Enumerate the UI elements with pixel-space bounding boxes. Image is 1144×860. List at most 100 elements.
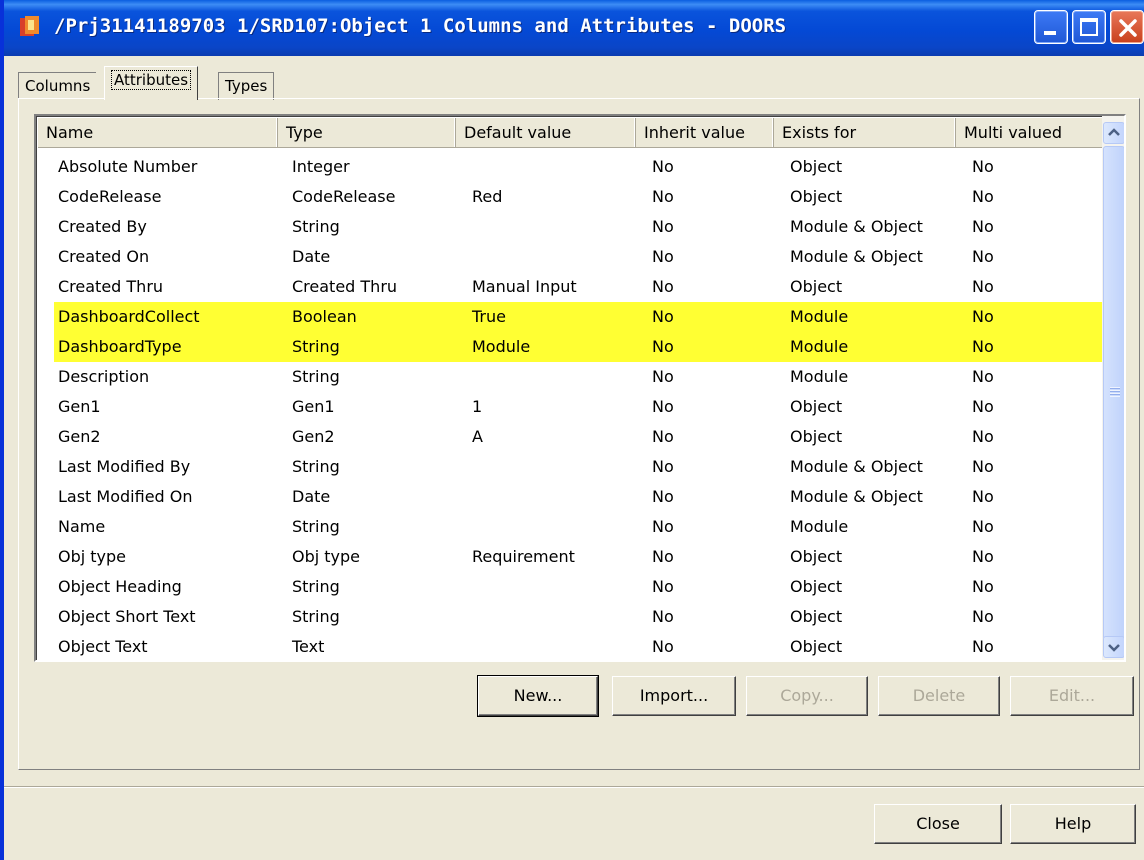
column-header-multi-valued[interactable]: Multi valued [956, 118, 1104, 148]
cell-type: String [292, 217, 340, 236]
edit-button[interactable]: Edit... [1010, 676, 1134, 716]
cell-type: String [292, 367, 340, 386]
scroll-grip [1110, 387, 1120, 397]
scroll-thumb[interactable] [1103, 146, 1124, 640]
tab-types[interactable]: Types [218, 72, 275, 100]
column-header-row: Name Type Default value Inherit value Ex… [38, 118, 1104, 148]
title-bar[interactable]: /Prj31141189703 1/SRD107:Object 1 Column… [4, 0, 1144, 56]
cell-default-value: Red [472, 187, 503, 206]
cell-type: String [292, 517, 340, 536]
import-button[interactable]: Import... [612, 676, 736, 716]
cell-default-value: True [472, 307, 506, 326]
cell-inherit-value: No [652, 607, 674, 626]
scroll-down-button[interactable] [1103, 636, 1124, 658]
table-row[interactable]: DashboardCollect Boolean True No Module No [54, 302, 1104, 332]
cell-exists-for: Module & Object [790, 487, 923, 506]
cell-name: Created By [58, 217, 147, 236]
cell-multi-valued: No [972, 187, 994, 206]
delete-button[interactable]: Delete [878, 676, 1000, 716]
cell-name: Gen2 [58, 427, 101, 446]
copy-button[interactable]: Copy... [746, 676, 868, 716]
cell-exists-for: Object [790, 277, 843, 296]
cell-inherit-value: No [652, 247, 674, 266]
cell-inherit-value: No [652, 487, 674, 506]
cell-default-value: Requirement [472, 547, 575, 566]
cell-multi-valued: No [972, 307, 994, 326]
cell-name: Last Modified On [58, 487, 193, 506]
cell-multi-valued: No [972, 277, 994, 296]
maximize-button[interactable] [1072, 10, 1106, 44]
tab-label: Attributes [111, 70, 192, 90]
column-header-type[interactable]: Type [278, 118, 456, 148]
table-row[interactable]: Description String No Module No [54, 362, 1104, 392]
table-row[interactable]: Gen2 Gen2 A No Object No [54, 422, 1104, 452]
minimize-button[interactable] [1034, 10, 1068, 44]
cell-name: DashboardType [58, 337, 182, 356]
cell-type: String [292, 457, 340, 476]
table-row[interactable]: Last Modified By String No Module & Object N… [54, 452, 1104, 482]
column-header-name[interactable]: Name [38, 118, 278, 148]
cell-type: String [292, 577, 340, 596]
table-row[interactable]: Last Modified On Date No Module & Object No [54, 482, 1104, 512]
cell-exists-for: Object [790, 187, 843, 206]
close-button[interactable]: Close [874, 804, 1002, 844]
window-title: /Prj31141189703 1/SRD107:Object 1 Column… [54, 15, 787, 37]
cell-exists-for: Module & Object [790, 457, 923, 476]
cell-multi-valued: No [972, 487, 994, 506]
table-row[interactable]: Gen1 Gen1 1 No Object No [54, 392, 1104, 422]
cell-name: Object Short Text [58, 607, 196, 626]
help-button[interactable]: Help [1010, 804, 1136, 844]
table-row[interactable]: Object Text Text No Object No [54, 632, 1104, 660]
cell-type: Integer [292, 157, 350, 176]
scroll-up-button[interactable] [1103, 122, 1124, 144]
cell-type: String [292, 607, 340, 626]
table-row[interactable]: Name String No Module No [54, 512, 1104, 542]
column-header-exists-for[interactable]: Exists for [774, 118, 956, 148]
column-header-inherit-value[interactable]: Inherit value [636, 118, 774, 148]
attributes-list[interactable]: Name Type Default value Inherit value Ex… [34, 114, 1126, 662]
cell-exists-for: Object [790, 547, 843, 566]
table-row[interactable]: DashboardType String Module No Module No [54, 332, 1104, 362]
table-row[interactable]: Created Thru Created Thru Manual Input No Ob… [54, 272, 1104, 302]
cell-type: Text [292, 637, 325, 656]
table-row[interactable]: Obj type Obj type Requirement No Object No [54, 542, 1104, 572]
cell-exists-for: Module [790, 307, 849, 326]
cell-name: Absolute Number [58, 157, 198, 176]
cell-default-value: A [472, 427, 483, 446]
table-row[interactable]: Created On Date No Module & Object No [54, 242, 1104, 272]
cell-multi-valued: No [972, 157, 994, 176]
cell-name: Gen1 [58, 397, 101, 416]
cell-name: DashboardCollect [58, 307, 200, 326]
new-button[interactable]: New... [477, 675, 599, 717]
vertical-scrollbar[interactable] [1102, 116, 1124, 660]
column-header-default-value[interactable]: Default value [456, 118, 636, 148]
tab-attributes[interactable]: Attributes [104, 66, 199, 100]
table-row[interactable]: Object Heading String No Object No [54, 572, 1104, 602]
cell-type: Obj type [292, 547, 361, 566]
cell-exists-for: Object [790, 637, 843, 656]
table-row[interactable]: Absolute Number Integer No Object No [54, 152, 1104, 182]
cell-exists-for: Object [790, 607, 843, 626]
cell-exists-for: Module & Object [790, 247, 923, 266]
window-close-button[interactable] [1110, 10, 1144, 44]
cell-exists-for: Module [790, 517, 849, 536]
cell-multi-valued: No [972, 517, 994, 536]
doors-app-icon [20, 16, 39, 36]
cell-inherit-value: No [652, 457, 674, 476]
cell-multi-valued: No [972, 367, 994, 386]
cell-inherit-value: No [652, 517, 674, 536]
cell-multi-valued: No [972, 427, 994, 446]
table-row[interactable]: CodeRelease CodeRelease Red No Object No [54, 182, 1104, 212]
cell-multi-valued: No [972, 637, 994, 656]
cell-multi-valued: No [972, 247, 994, 266]
cell-inherit-value: No [652, 187, 674, 206]
cell-default-value: Module [472, 337, 531, 356]
cell-multi-valued: No [972, 397, 994, 416]
cell-type: Date [292, 247, 331, 266]
cell-inherit-value: No [652, 427, 674, 446]
cell-inherit-value: No [652, 337, 674, 356]
tab-columns[interactable]: Columns [18, 72, 97, 100]
table-row[interactable]: Created By String No Module & Object No [54, 212, 1104, 242]
cell-exists-for: Module & Object [790, 217, 923, 236]
table-row[interactable]: Object Short Text String No Object No [54, 602, 1104, 632]
